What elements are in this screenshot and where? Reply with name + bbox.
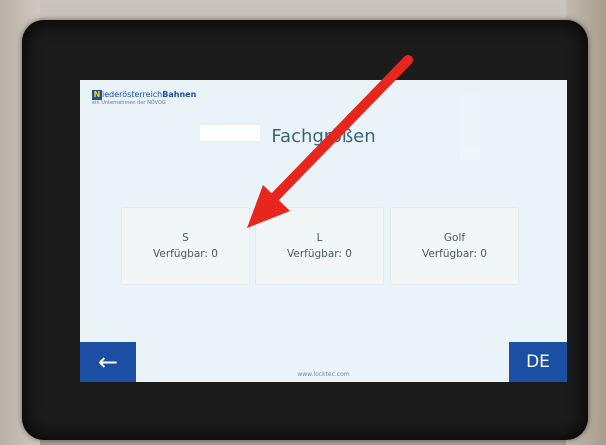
annotation-arrow bbox=[247, 55, 413, 228]
annotation-arrow-shaft bbox=[267, 55, 413, 205]
